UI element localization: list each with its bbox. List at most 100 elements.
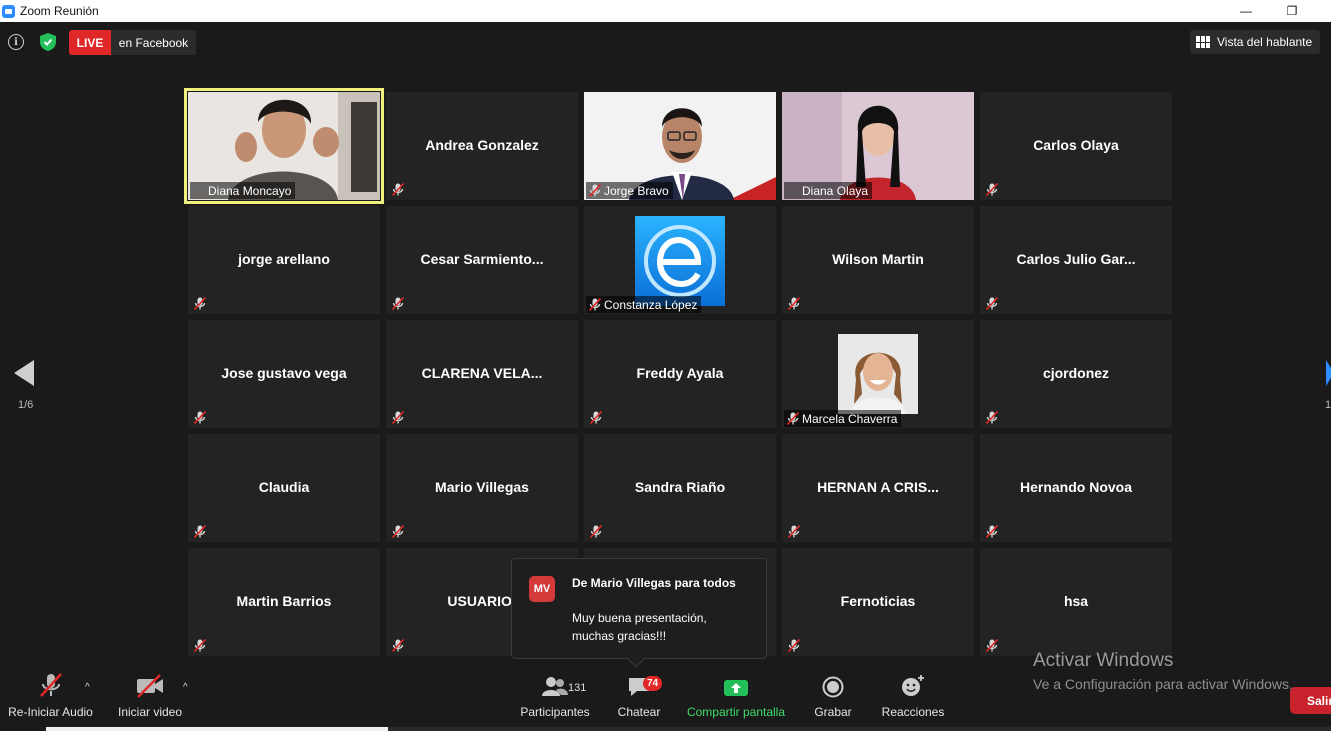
muted-mic-icon: [193, 410, 207, 425]
participant-tile[interactable]: Andrea Gonzalez: [386, 92, 578, 200]
share-screen-icon: [723, 668, 749, 698]
video-options-caret-icon[interactable]: ^: [183, 682, 188, 693]
share-screen-button[interactable]: Compartir pantalla: [686, 668, 786, 723]
participant-avatar: [838, 334, 918, 414]
participant-tile[interactable]: Martin Barrios: [188, 548, 380, 656]
participant-tile[interactable]: Cesar Sarmiento...: [386, 206, 578, 314]
muted-mic-icon: [985, 410, 999, 425]
participant-name-label: Diana Olaya: [784, 182, 873, 199]
participant-tile[interactable]: Diana Moncayo: [184, 88, 384, 204]
participant-tile[interactable]: Claudia: [188, 434, 380, 542]
participant-tile[interactable]: Jose gustavo vega: [188, 320, 380, 428]
participant-name: Martin Barrios: [236, 593, 332, 609]
speaker-view-button[interactable]: Vista del hablante: [1190, 30, 1320, 54]
participant-tile[interactable]: Jorge Bravo: [584, 92, 776, 200]
reactions-smiley-icon: [901, 668, 925, 698]
video-label: Iniciar video: [117, 705, 183, 719]
muted-mic-icon: [786, 411, 800, 426]
live-destination[interactable]: en Facebook: [111, 30, 196, 55]
participant-name: cjordonez: [1042, 365, 1110, 381]
shield-icon[interactable]: [40, 33, 56, 51]
record-icon: [822, 668, 844, 698]
participant-tile[interactable]: cjordonez: [980, 320, 1172, 428]
chat-sender: De Mario Villegas para todos: [572, 576, 736, 590]
video-button[interactable]: Iniciar video: [117, 668, 183, 723]
participant-tile[interactable]: Sandra Riaño: [584, 434, 776, 542]
muted-mic-icon: [985, 524, 999, 539]
participant-name: CLARENA VELA...: [421, 365, 543, 381]
next-page-arrow-icon[interactable]: [1326, 360, 1331, 386]
participant-name: Mario Villegas: [435, 479, 529, 495]
participants-count: 131: [568, 682, 587, 694]
muted-mic-icon: [588, 297, 602, 312]
participant-tile[interactable]: Mario Villegas: [386, 434, 578, 542]
participants-button[interactable]: Participantes: [520, 668, 590, 723]
reactions-button[interactable]: Reacciones: [882, 668, 944, 723]
participant-tile[interactable]: Carlos Julio Gar...: [980, 206, 1172, 314]
muted-mic-icon: [38, 668, 64, 698]
record-button[interactable]: Grabar: [812, 668, 854, 723]
muted-mic-icon: [391, 638, 405, 653]
live-badge[interactable]: LIVE: [69, 30, 111, 55]
minimize-button[interactable]: —: [1223, 0, 1269, 22]
muted-mic-icon: [391, 524, 405, 539]
participant-tile[interactable]: Hernando Novoa: [980, 434, 1172, 542]
participant-tile[interactable]: CLARENA VELA...: [386, 320, 578, 428]
muted-mic-icon: [391, 410, 405, 425]
participant-name-label: Diana Moncayo: [190, 182, 296, 199]
participant-tile[interactable]: Constanza López: [584, 206, 776, 314]
info-icon[interactable]: i: [8, 34, 24, 50]
participant-name: Hernando Novoa: [1019, 479, 1132, 495]
audio-label: Re-Iniciar Audio: [8, 705, 93, 719]
participant-tile[interactable]: Carlos Olaya: [980, 92, 1172, 200]
participants-label: Participantes: [520, 705, 590, 719]
muted-mic-icon: [589, 410, 603, 425]
meeting-topbar: i LIVE en Facebook Vista del hablante: [0, 22, 1331, 62]
participants-icon: [542, 668, 568, 698]
chat-message: Muy buena presentación, muchas gracias!!…: [572, 611, 707, 643]
previous-page-arrow-icon[interactable]: [14, 360, 34, 386]
muted-mic-icon: [787, 524, 801, 539]
muted-mic-icon: [193, 296, 207, 311]
muted-mic-icon: [589, 524, 603, 539]
chat-unread-badge: 74: [643, 676, 663, 691]
participant-tile[interactable]: jorge arellano: [188, 206, 380, 314]
participant-avatar: [635, 216, 725, 306]
muted-mic-icon: [391, 182, 405, 197]
participant-tile[interactable]: Diana Olaya: [782, 92, 974, 200]
participant-name: Jorge Bravo: [604, 184, 669, 198]
participant-name: Carlos Olaya: [1033, 137, 1119, 153]
participant-name: Wilson Martin: [832, 251, 924, 267]
participant-tile[interactable]: Freddy Ayala: [584, 320, 776, 428]
participant-tile[interactable]: hsa: [980, 548, 1172, 656]
window-titlebar: Zoom Reunión — ❐: [0, 0, 1331, 22]
record-label: Grabar: [814, 705, 852, 719]
leave-button[interactable]: Salir: [1290, 687, 1331, 714]
share-screen-label: Compartir pantalla: [686, 705, 786, 719]
participant-name-label: Marcela Chaverra: [784, 410, 902, 427]
participant-name: Fernoticias: [840, 593, 916, 609]
participant-tile[interactable]: Fernoticias: [782, 548, 974, 656]
audio-options-caret-icon[interactable]: ^: [85, 682, 90, 693]
chat-popup-tail: [627, 650, 645, 668]
participant-tile[interactable]: HERNAN A CRIS...: [782, 434, 974, 542]
muted-mic-icon: [985, 296, 999, 311]
zoom-logo-icon: [2, 4, 15, 18]
audio-button[interactable]: Re-Iniciar Audio: [7, 668, 94, 723]
participant-name: Carlos Julio Gar...: [1016, 251, 1136, 267]
muted-mic-icon: [193, 638, 207, 653]
restore-button[interactable]: ❐: [1269, 0, 1315, 22]
window-title: Zoom Reunión: [20, 4, 99, 18]
muted-mic-icon: [193, 524, 207, 539]
muted-mic-icon: [588, 183, 602, 198]
participant-name: Marcela Chaverra: [802, 412, 898, 426]
participant-name-label: Constanza López: [586, 296, 702, 313]
grid-icon: [1196, 36, 1210, 48]
participant-name: Cesar Sarmiento...: [420, 251, 544, 267]
participant-tile[interactable]: Marcela Chaverra: [782, 320, 974, 428]
participant-name: Claudia: [258, 479, 310, 495]
participant-name: Freddy Ayala: [636, 365, 724, 381]
participant-tile[interactable]: Wilson Martin: [782, 206, 974, 314]
chat-label: Chatear: [617, 705, 661, 719]
chat-notification[interactable]: MV De Mario Villegas para todos Muy buen…: [511, 558, 767, 668]
